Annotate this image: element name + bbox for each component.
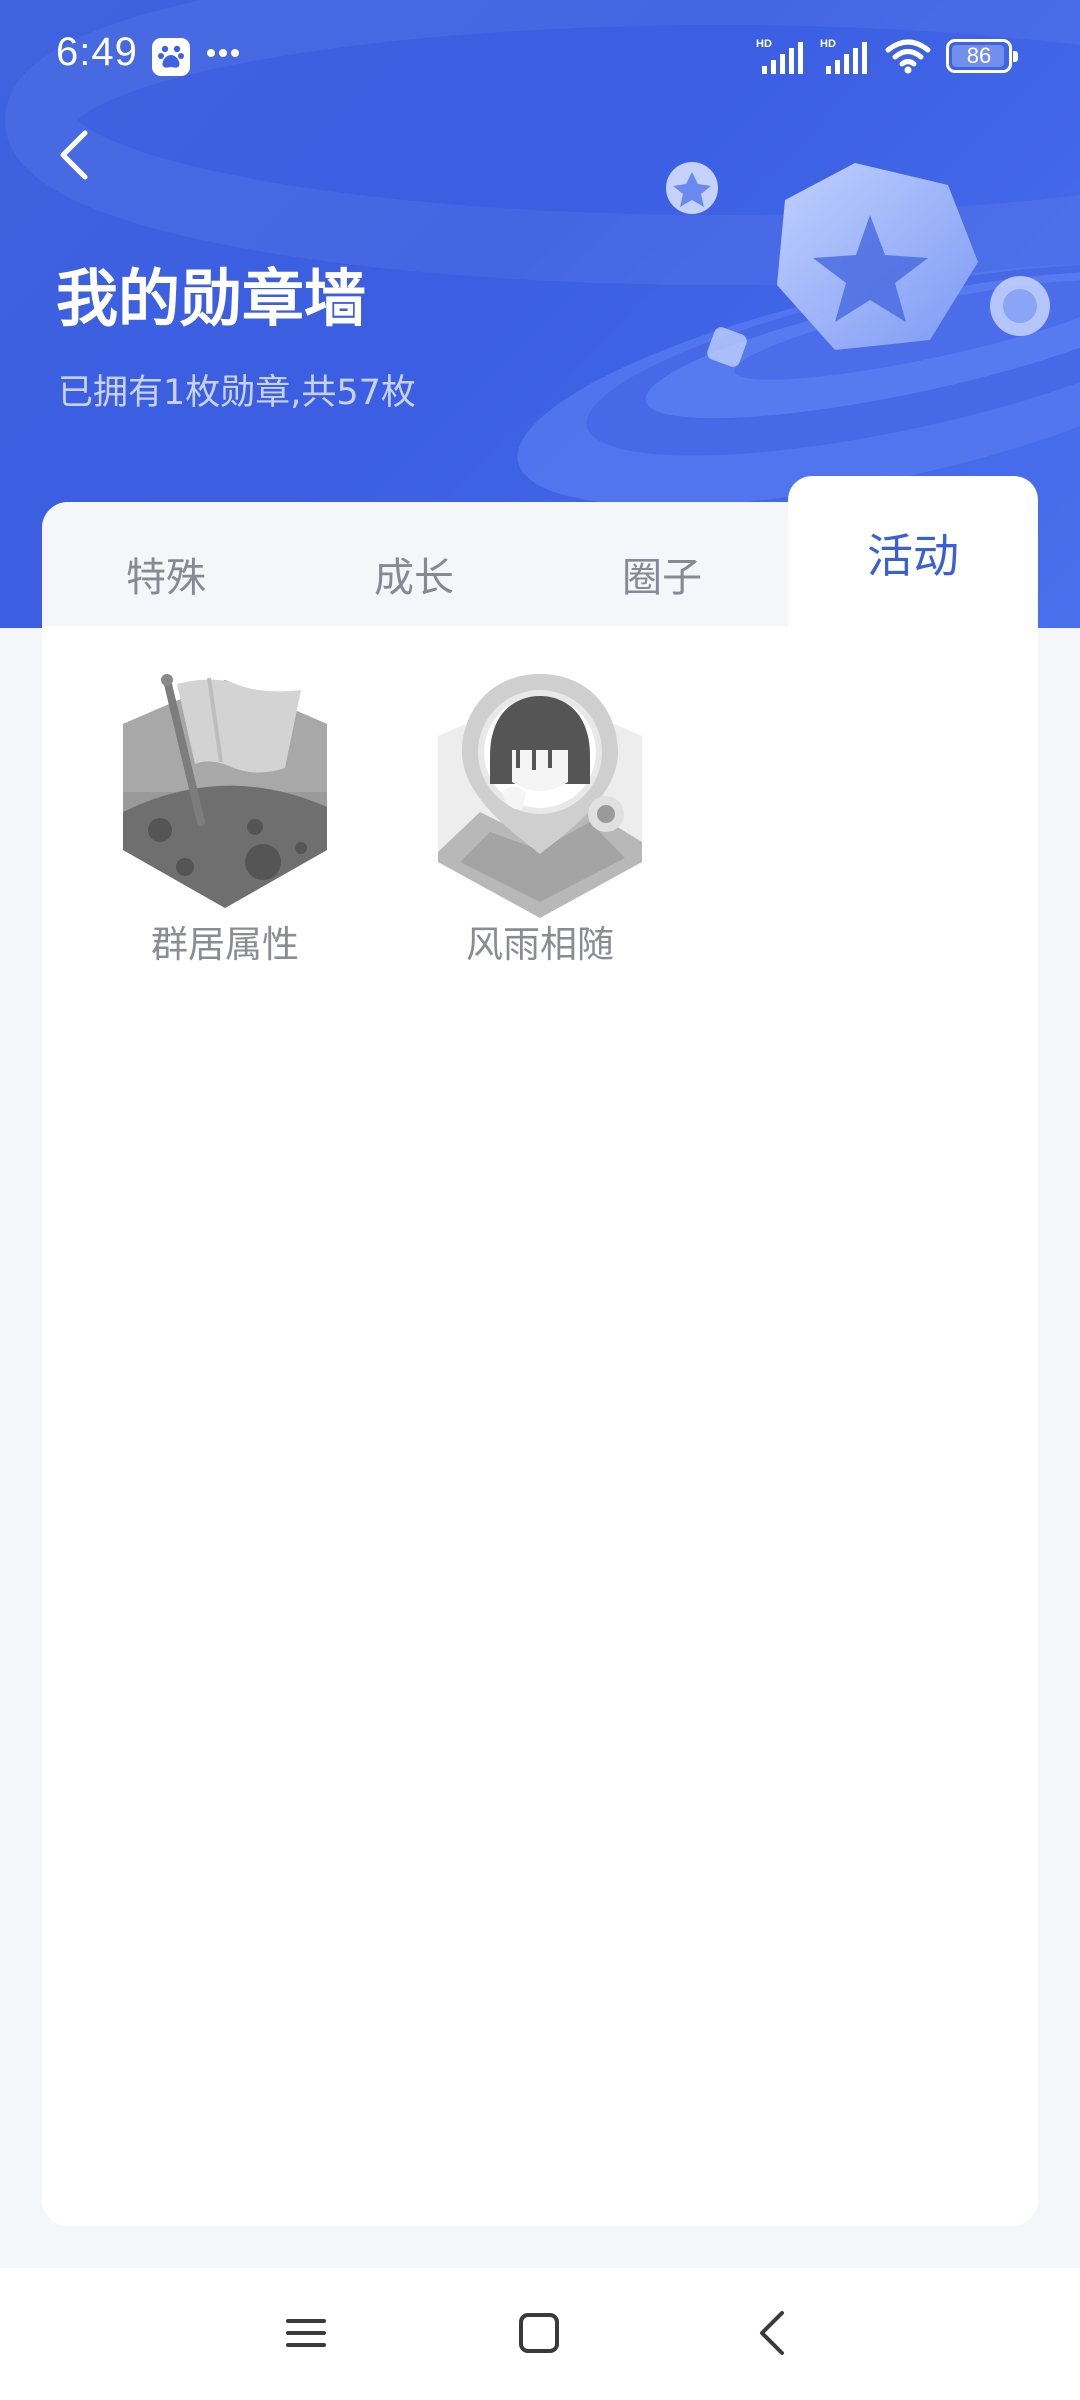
badge-name: 群居属性	[151, 923, 299, 966]
medal-list-card: 特殊 成长 圈子 群居属性 风雨相随	[42, 502, 1038, 2226]
svg-text:HD: HD	[820, 38, 836, 50]
hd-signal-icon: HD	[756, 38, 803, 74]
svg-text:HD: HD	[756, 38, 772, 50]
tab-activity[interactable]: 活动	[788, 476, 1038, 636]
menu-icon	[286, 2319, 326, 2347]
badge-item[interactable]: 风雨相随	[420, 672, 660, 963]
status-bar: 6:49 HD HD 86	[0, 0, 1080, 112]
more-dots-icon	[206, 44, 240, 57]
back-chevron-icon	[760, 2311, 784, 2355]
system-nav-bar	[0, 2268, 1080, 2400]
page-title: 我的勋章墙	[56, 262, 367, 335]
moon-flag-badge-icon	[123, 674, 327, 908]
battery-percentage: 86	[966, 43, 992, 68]
chevron-left-icon	[60, 130, 88, 180]
girl-location-badge-icon	[438, 674, 642, 918]
status-indicators: HD HD 86	[756, 34, 1018, 78]
tab-label-active: 活动	[867, 529, 959, 583]
tab-circle[interactable]: 圈子	[538, 502, 786, 626]
tab-label: 成长	[374, 555, 454, 601]
page-subtitle: 已拥有1枚勋章,共57枚	[58, 373, 416, 413]
tab-label: 特殊	[126, 555, 206, 601]
battery-icon: 86	[946, 39, 1018, 73]
back-button[interactable]	[40, 120, 110, 190]
wifi-icon	[885, 39, 931, 74]
home-square-icon	[519, 2313, 559, 2353]
tab-label: 圈子	[622, 555, 702, 601]
recent-apps-button[interactable]	[271, 2298, 341, 2368]
home-button[interactable]	[504, 2298, 574, 2368]
status-time: 6:49	[56, 30, 138, 74]
back-nav-button[interactable]	[737, 2298, 807, 2368]
hd-signal-icon: HD	[820, 38, 867, 74]
tab-special[interactable]: 特殊	[42, 502, 290, 626]
badge-name: 风雨相随	[466, 923, 614, 966]
baidu-app-icon	[152, 38, 190, 76]
tab-growth[interactable]: 成长	[290, 502, 538, 626]
badge-item[interactable]: 群居属性	[105, 672, 345, 963]
